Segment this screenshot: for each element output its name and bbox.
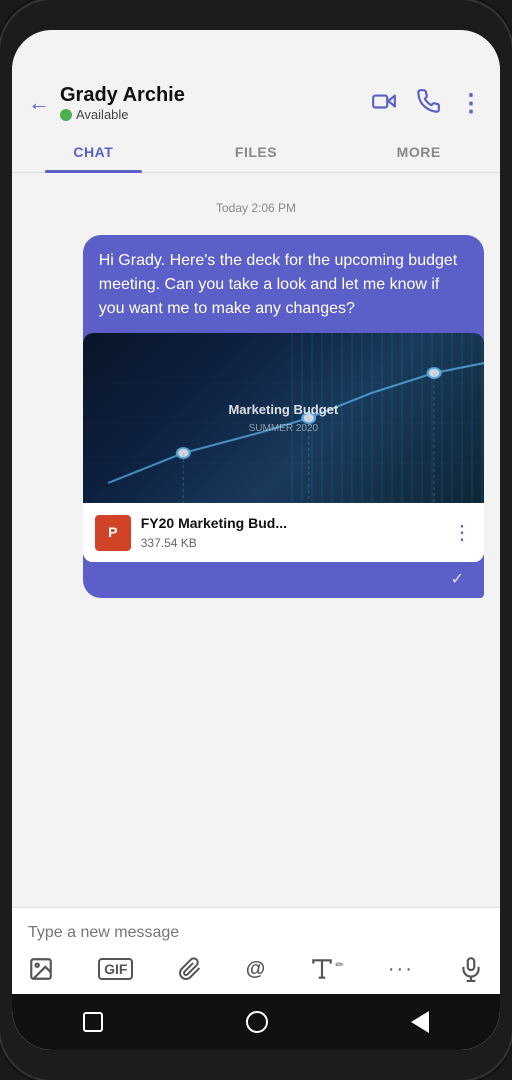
contact-status: Available [60,107,185,122]
timestamp: Today 2:06 PM [28,201,484,215]
contact-info: Grady Archie Available [60,84,185,122]
status-bar [12,30,500,74]
chat-area: Today 2:06 PM Hi Grady. Here's the deck … [12,173,500,907]
message-bubble: Hi Grady. Here's the deck for the upcomi… [83,235,484,598]
nav-back-button[interactable] [411,1011,429,1033]
status-dot [60,109,72,121]
back-button[interactable]: ← [28,90,50,116]
header-top: ← Grady Archie Available [28,84,484,132]
attachment-card[interactable]: Marketing Budget SUMMER 2020 P FY20 Mark… [83,333,484,562]
message-input[interactable] [28,920,484,946]
attach-icon[interactable] [178,957,202,981]
gif-button[interactable]: GIF [98,958,133,980]
video-call-icon[interactable] [371,88,397,119]
toolbar: GIF @ ✏ [28,946,484,982]
contact-name: Grady Archie [60,84,185,107]
header: ← Grady Archie Available [12,74,500,132]
nav-square-button[interactable] [83,1012,103,1032]
phone-shell: ← Grady Archie Available [0,0,512,1080]
status-text: Available [76,107,129,122]
preview-title: Marketing Budget [228,400,338,420]
preview-overlay-text: Marketing Budget SUMMER 2020 [228,400,338,437]
attachment-preview: Marketing Budget SUMMER 2020 [83,333,484,503]
file-more-button[interactable]: ⋮ [452,518,472,548]
attachment-info: P FY20 Marketing Bud... 337.54 KB ⋮ [83,503,484,562]
image-icon[interactable] [28,956,54,982]
message-text: Hi Grady. Here's the deck for the upcomi… [99,249,468,333]
nav-circle-button[interactable] [246,1011,268,1033]
message-status: ✓ [99,562,468,598]
header-actions: ⋮ [371,88,484,119]
more-toolbar-icon[interactable]: ··· [388,958,414,981]
tab-files[interactable]: FILES [175,132,338,172]
file-details: FY20 Marketing Bud... 337.54 KB [141,513,442,552]
bottom-nav [12,994,500,1050]
file-name: FY20 Marketing Bud... [141,513,442,534]
header-left: ← Grady Archie Available [28,84,185,122]
preview-subtitle: SUMMER 2020 [228,421,338,436]
phone-call-icon[interactable] [415,88,441,119]
file-size: 337.54 KB [141,534,442,552]
mic-icon[interactable] [458,956,484,982]
read-checkmark: ✓ [451,571,464,588]
tab-chat[interactable]: CHAT [12,132,175,172]
mention-icon[interactable]: @ [246,958,266,981]
input-area: GIF @ ✏ [12,907,500,994]
more-options-icon[interactable]: ⋮ [459,89,484,118]
tab-more[interactable]: MORE [337,132,500,172]
format-icon[interactable]: ✏ [309,956,343,982]
tabs: CHAT FILES MORE [12,132,500,173]
ppt-icon: P [95,515,131,551]
phone-screen: ← Grady Archie Available [12,30,500,1050]
